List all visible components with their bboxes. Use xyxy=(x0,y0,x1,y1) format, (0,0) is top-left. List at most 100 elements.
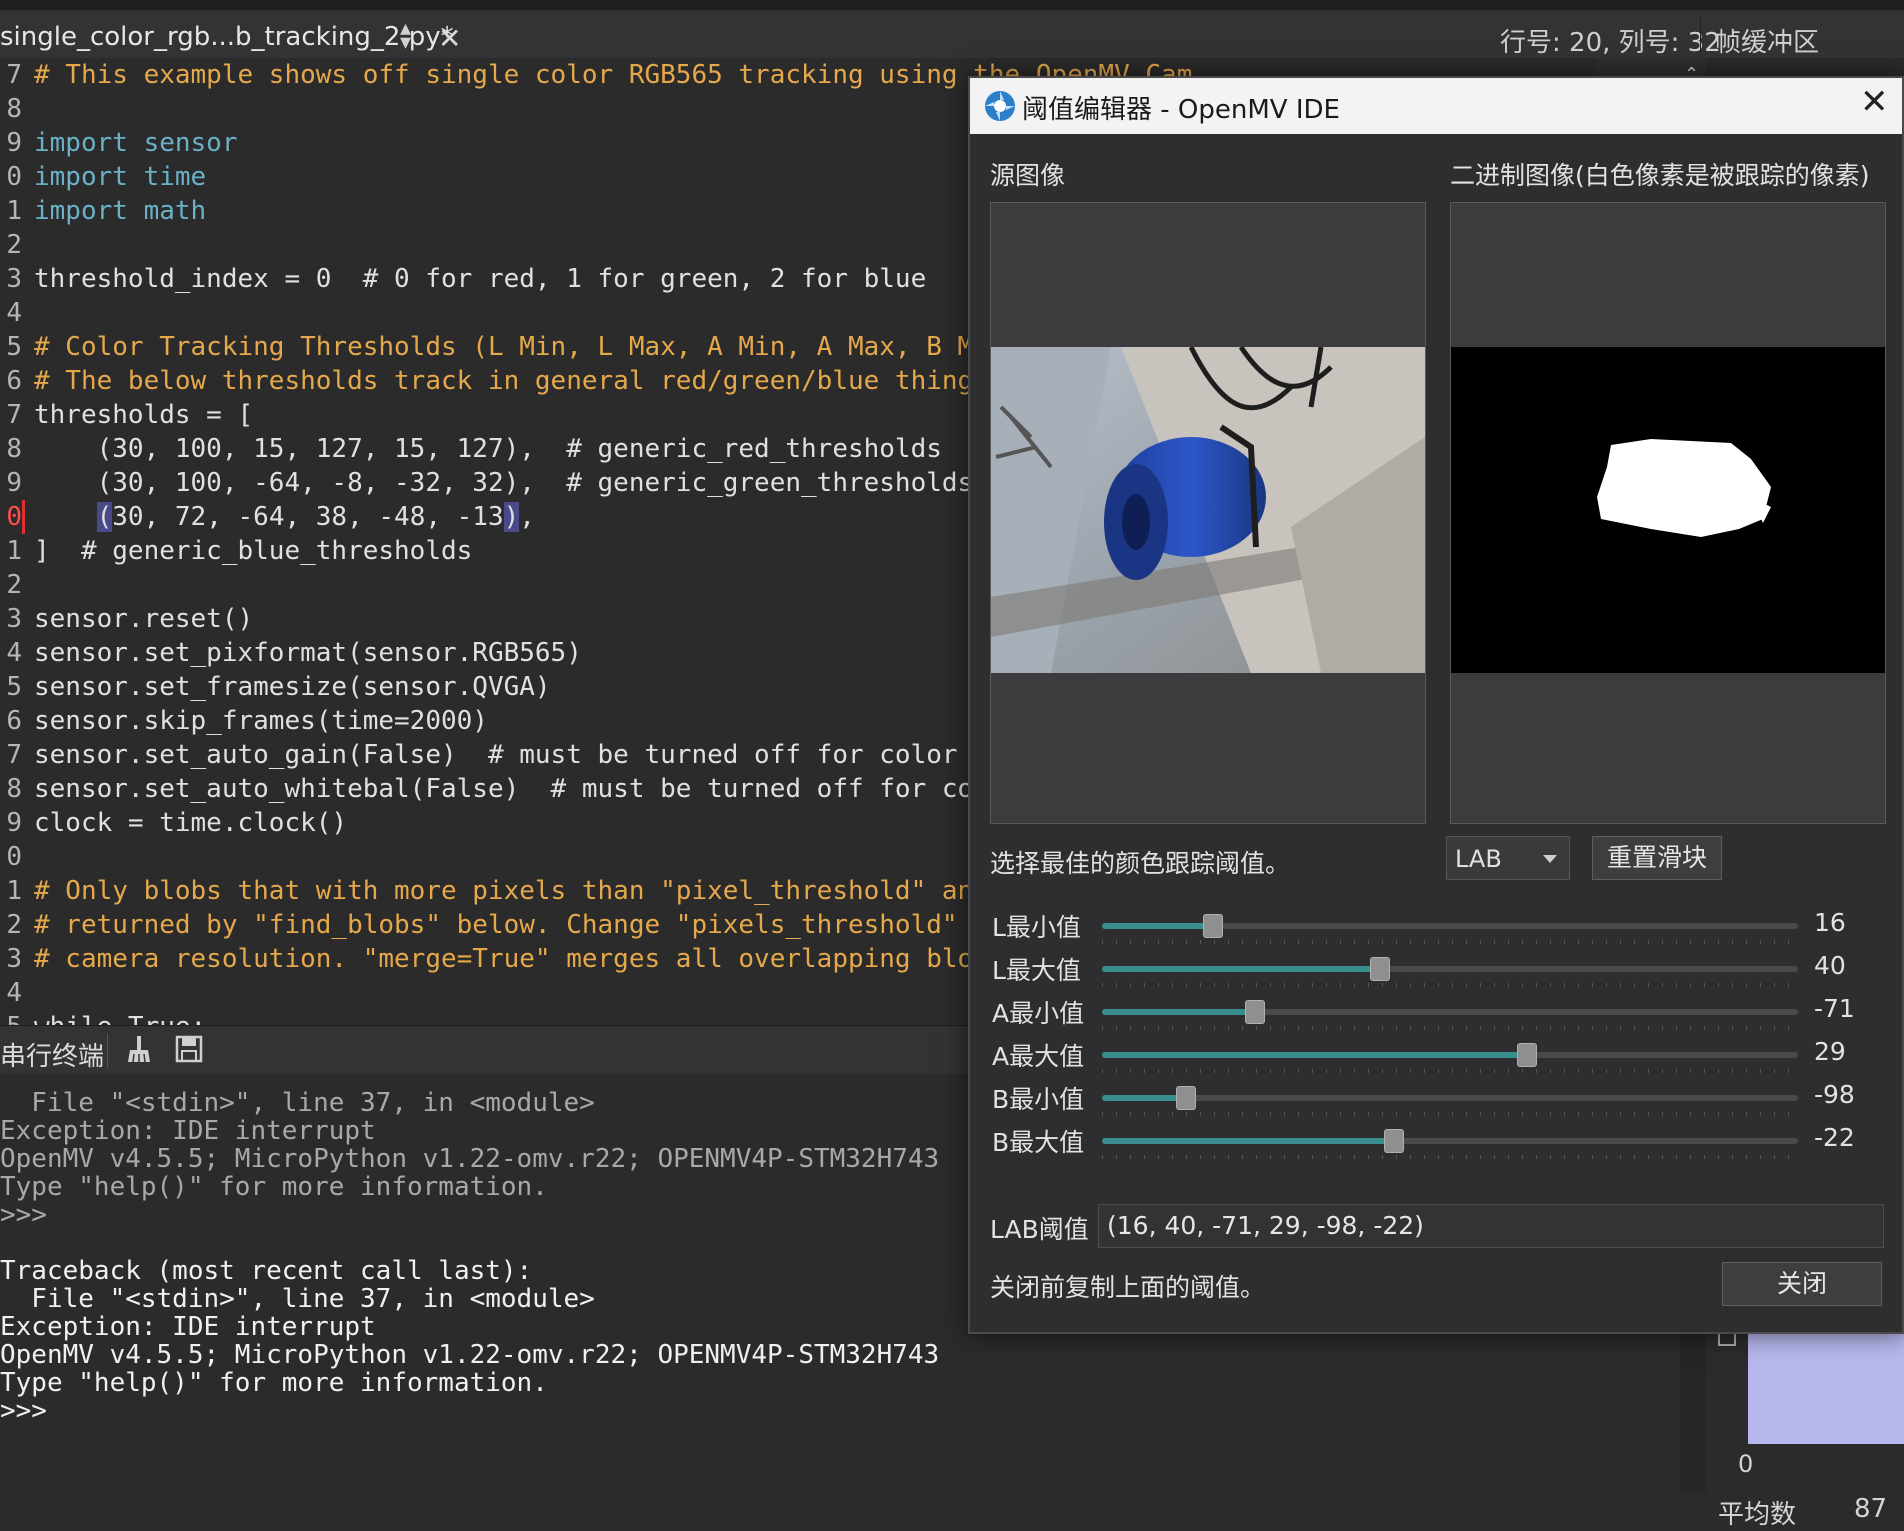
copy-note-text: 关闭前复制上面的阈值。 xyxy=(990,1273,1266,1302)
line-number: 4 xyxy=(6,638,22,668)
dialog-title-bar[interactable]: 阈值编辑器 - OpenMV IDE ✕ xyxy=(970,78,1902,134)
code-text: sensor.reset() xyxy=(34,604,254,634)
clear-terminal-icon[interactable] xyxy=(124,1034,154,1064)
slider-label: L最小值 xyxy=(992,913,1081,942)
slider-handle[interactable] xyxy=(1203,914,1224,938)
line-number: 9 xyxy=(6,808,22,838)
openmv-app-icon xyxy=(985,91,1015,121)
line-number: 1 xyxy=(6,196,22,226)
slider-track[interactable] xyxy=(1102,1086,1798,1110)
line-number: 0 xyxy=(6,502,22,532)
slider-handle[interactable] xyxy=(1370,957,1391,981)
reset-sliders-button[interactable]: 重置滑块 xyxy=(1592,836,1722,880)
code-text: # Only blobs that with more pixels than … xyxy=(34,876,974,906)
source-image xyxy=(991,347,1425,673)
line-number: 5 xyxy=(0,1010,22,1025)
save-icon[interactable] xyxy=(174,1034,204,1064)
slider-value: 40 xyxy=(1814,951,1846,980)
source-image-frame xyxy=(990,202,1426,824)
dialog-title: 阈值编辑器 - OpenMV IDE xyxy=(1022,95,1340,125)
slider-row: B最大值 -22 xyxy=(970,1115,1902,1167)
line-number: 1 xyxy=(6,536,22,566)
code-text: sensor.set_auto_whitebal(False) # must b… xyxy=(34,774,974,804)
lab-threshold-label: LAB阈值 xyxy=(990,1215,1089,1244)
current-line-marker xyxy=(22,500,25,534)
slider-track[interactable] xyxy=(1102,1129,1798,1153)
lab-threshold-field[interactable]: (16, 40, -71, 29, -98, -22) xyxy=(1098,1204,1884,1248)
line-number: 7 xyxy=(6,400,22,430)
slider-fill xyxy=(1102,1095,1186,1101)
editor-tab-bar: single_color_rgb...b_tracking_2.py* ▴ ▾ ✕… xyxy=(0,10,1904,59)
code-text: ] # generic_blue_thresholds xyxy=(34,536,473,566)
slider-value: -22 xyxy=(1814,1123,1855,1152)
close-button[interactable]: 关闭 xyxy=(1722,1262,1882,1306)
tab-switch-arrows-icon[interactable]: ▴ ▾ xyxy=(400,18,411,54)
instruction-text: 选择最佳的颜色跟踪阈值。 xyxy=(990,849,1291,878)
binary-image-frame xyxy=(1450,202,1886,824)
colorspace-select[interactable]: LAB xyxy=(1446,836,1570,880)
line-number: 5 xyxy=(6,332,22,362)
line-number: 6 xyxy=(6,706,22,736)
line-number: 2 xyxy=(6,570,22,600)
code-text: while True: xyxy=(34,1010,206,1025)
slider-handle[interactable] xyxy=(1516,1043,1537,1067)
line-number: 0 xyxy=(6,842,22,872)
chevron-down-icon xyxy=(1543,855,1557,863)
slider-fill xyxy=(1102,1009,1256,1015)
slider-value: 16 xyxy=(1814,908,1846,937)
serial-terminal-title: 串行终端 xyxy=(0,1042,105,1072)
line-number: 1 xyxy=(6,876,22,906)
frame-buffer-label: 帧缓冲区 xyxy=(1715,28,1820,58)
code-text: threshold_index = 0 # 0 for red, 1 for g… xyxy=(34,264,927,294)
slider-track[interactable] xyxy=(1102,914,1798,938)
line-number: 3 xyxy=(6,944,22,974)
terminal-line: >>> xyxy=(0,1396,47,1426)
slider-fill xyxy=(1102,1138,1395,1144)
code-text: thresholds = [ xyxy=(34,400,254,430)
dialog-close-icon[interactable]: ✕ xyxy=(1860,82,1889,122)
tab-close-icon[interactable]: ✕ xyxy=(438,22,461,55)
line-number: 4 xyxy=(6,298,22,328)
slider-label: L最大值 xyxy=(992,956,1081,985)
code-text: import sensor xyxy=(34,128,238,158)
cursor-position-label: 行号: 20, 列号: 32 xyxy=(1500,28,1721,58)
histogram-axis-zero: 0 xyxy=(1738,1450,1754,1478)
slider-handle[interactable] xyxy=(1175,1086,1196,1110)
line-number: 3 xyxy=(6,604,22,634)
source-image-label: 源图像 xyxy=(990,161,1066,190)
slider-handle[interactable] xyxy=(1245,1000,1266,1024)
slider-ticks xyxy=(1102,1155,1798,1159)
terminal-line: Type "help()" for more information. xyxy=(0,1172,548,1202)
slider-fill xyxy=(1102,923,1214,929)
line-number: 5 xyxy=(6,672,22,702)
slider-value: 29 xyxy=(1814,1037,1846,1066)
terminal-line: >>> xyxy=(0,1200,47,1230)
line-number: 3 xyxy=(6,264,22,294)
line-number: 6 xyxy=(6,366,22,396)
slider-handle[interactable] xyxy=(1384,1129,1405,1153)
terminal-header-divider xyxy=(107,1034,108,1068)
histogram-mean-value: 87 xyxy=(1854,1494,1888,1524)
code-text: # Color Tracking Thresholds (L Min, L Ma… xyxy=(34,332,974,362)
line-number: 0 xyxy=(6,162,22,192)
line-number: 8 xyxy=(6,434,22,464)
window-top-strip xyxy=(0,0,1904,10)
histogram-mean-label: 平均数 xyxy=(1718,1500,1797,1530)
slider-track[interactable] xyxy=(1102,1043,1798,1067)
histogram-plot xyxy=(1748,1330,1904,1444)
slider-track[interactable] xyxy=(1102,1000,1798,1024)
slider-track[interactable] xyxy=(1102,957,1798,981)
threshold-editor-dialog: 阈值编辑器 - OpenMV IDE ✕ 源图像 二进制图像(白色像素是被跟踪的… xyxy=(968,76,1904,1334)
line-number: 8 xyxy=(6,774,22,804)
code-text: import math xyxy=(34,196,207,226)
slider-label: A最小值 xyxy=(992,999,1085,1028)
code-text: sensor.set_pixformat(sensor.RGB565) xyxy=(34,638,582,668)
slider-fill xyxy=(1102,1052,1527,1058)
code-text: (30, 100, 15, 127, 15, 127), # generic_r… xyxy=(34,434,942,464)
code-text: # camera resolution. "merge=True" merges… xyxy=(34,944,974,974)
line-number: 7 xyxy=(6,60,22,90)
slider-value: -71 xyxy=(1814,994,1855,1023)
file-tab-title[interactable]: single_color_rgb...b_tracking_2.py* xyxy=(0,22,454,52)
binary-image-label: 二进制图像(白色像素是被跟踪的像素) xyxy=(1450,161,1870,190)
line-number: 4 xyxy=(6,978,22,1008)
